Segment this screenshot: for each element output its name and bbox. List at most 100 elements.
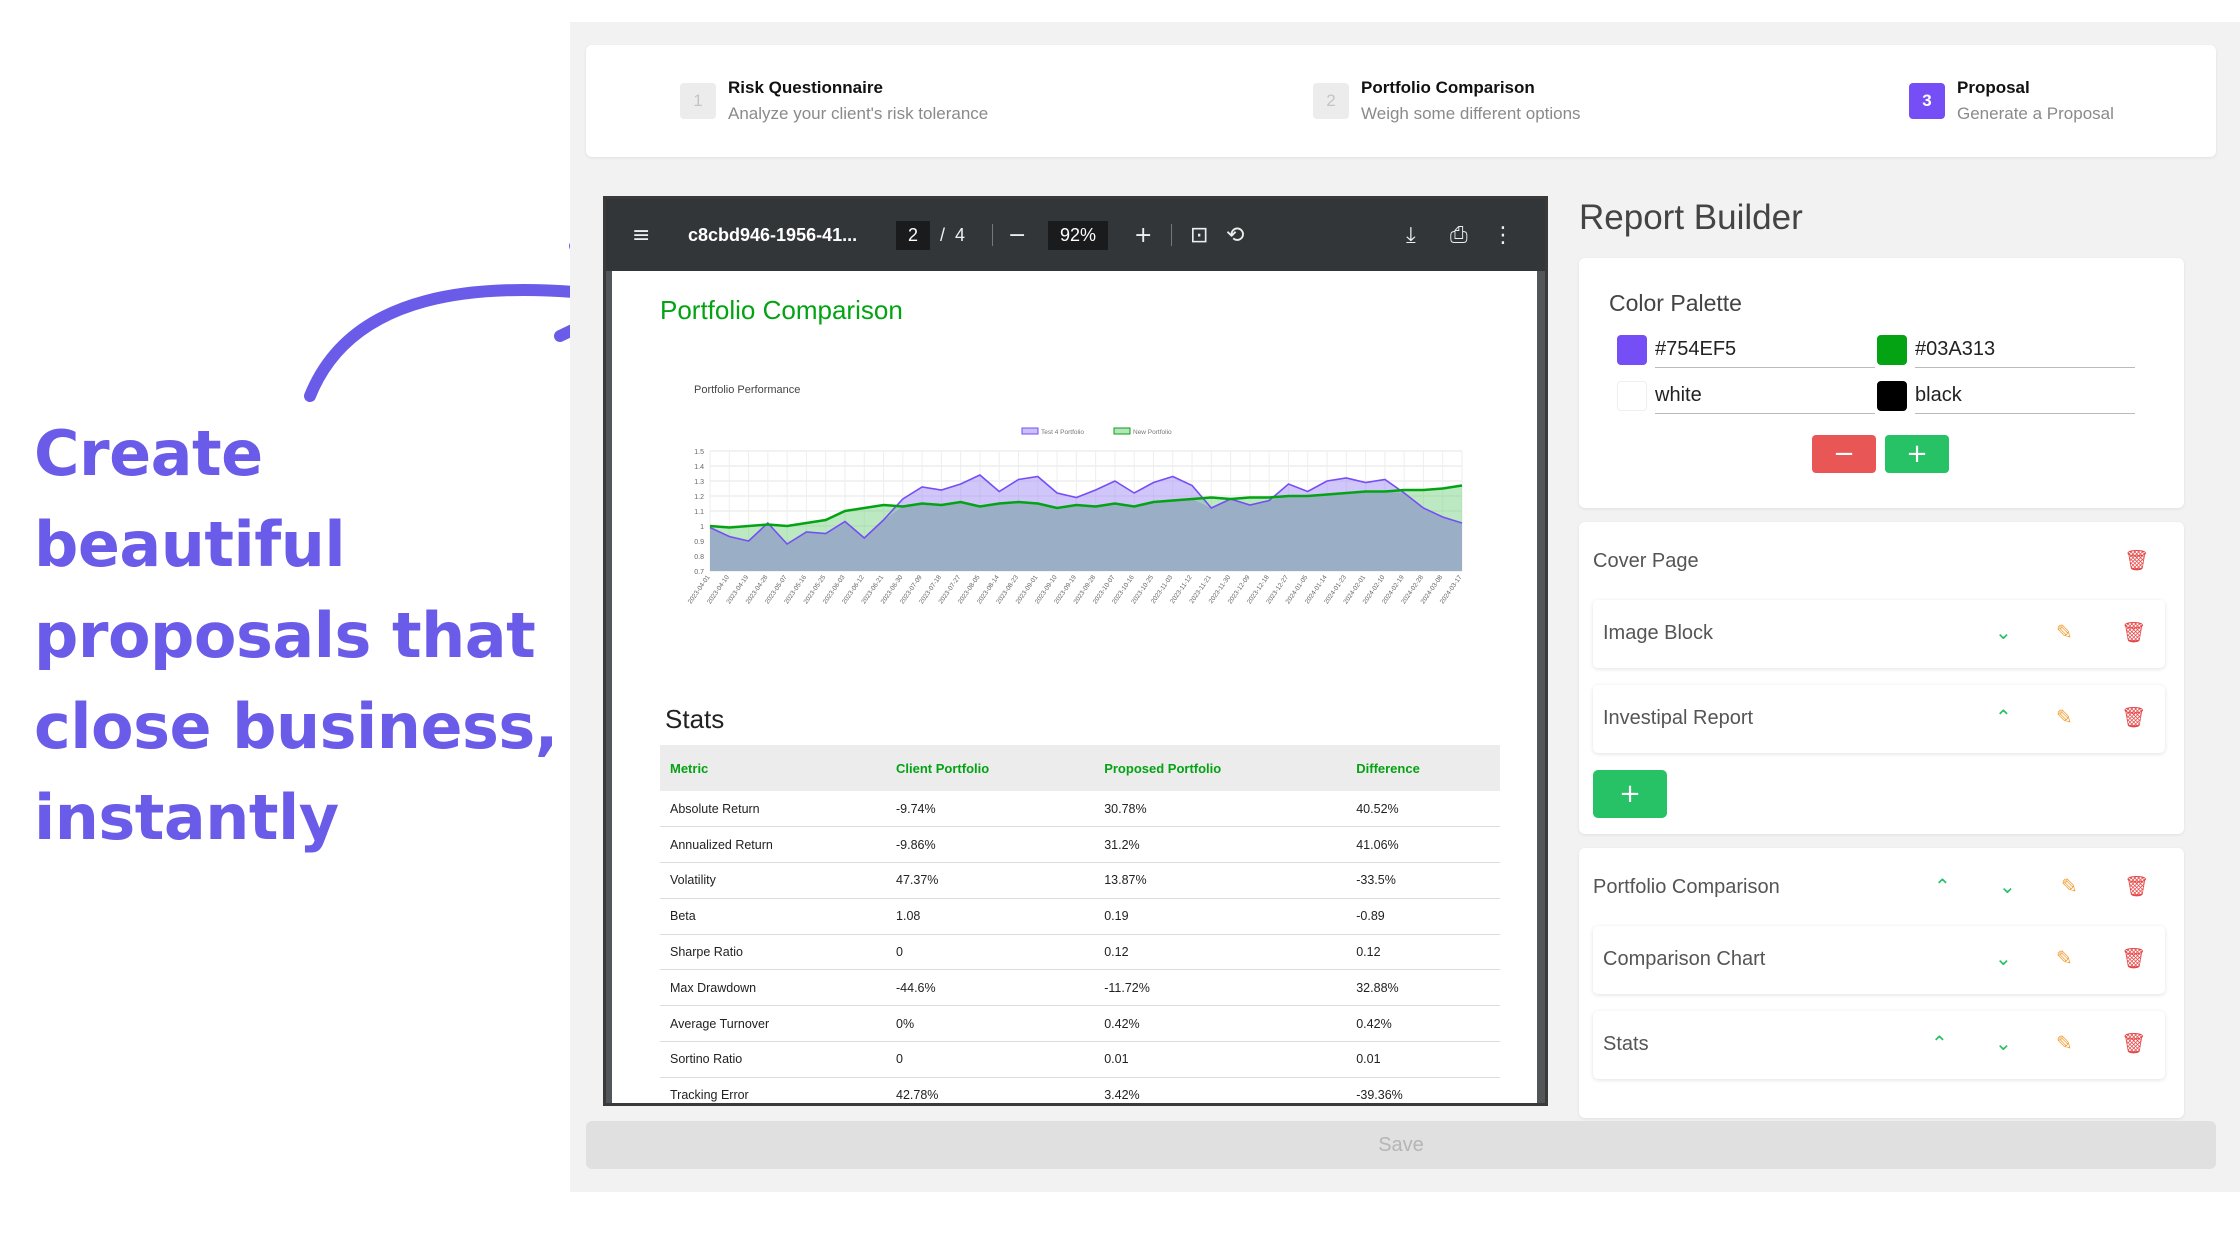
table-cell: 0.42% bbox=[1346, 1005, 1500, 1043]
block-title: Image Block bbox=[1603, 622, 1714, 644]
legend-swatch bbox=[1021, 427, 1039, 435]
step-number: 1 bbox=[680, 83, 716, 119]
table-cell: Max Drawdown bbox=[660, 969, 887, 1007]
table-cell: 0 bbox=[886, 1041, 1095, 1078]
delete-icon[interactable]: 🗑 bbox=[2124, 548, 2149, 572]
fit-page-icon[interactable]: ⊡ bbox=[1190, 199, 1208, 271]
chevron-down-icon[interactable]: ⌄ bbox=[1999, 874, 2016, 898]
color-input[interactable]: #754EF5 bbox=[1655, 332, 1875, 368]
report-builder-title: Report Builder bbox=[1579, 198, 1803, 237]
toolbar-divider bbox=[992, 224, 993, 246]
page-separator: / bbox=[940, 224, 946, 245]
table-row: Sharpe Ratio 0 0.12 0.12 bbox=[660, 934, 1500, 971]
color-swatch[interactable] bbox=[1617, 335, 1647, 365]
table-row: Max Drawdown -44.6% -11.72% 32.88% bbox=[660, 969, 1500, 1007]
headline-line-3: close business, bbox=[34, 690, 558, 763]
rotate-icon[interactable]: ⟲ bbox=[1226, 199, 1244, 271]
menu-icon[interactable]: ≡ bbox=[632, 199, 650, 271]
remove-color-button[interactable]: − bbox=[1812, 435, 1876, 473]
marketing-headline: Create beautiful proposals that close bu… bbox=[34, 408, 594, 863]
section-title: Cover Page bbox=[1593, 550, 1699, 572]
table-row: Volatility 47.37% 13.87% -33.5% bbox=[660, 862, 1500, 899]
investipal-report-item: Investipal Report ⌃ ✎ 🗑 bbox=[1593, 685, 2165, 753]
step-number: 2 bbox=[1313, 83, 1349, 119]
zoom-level-input[interactable]: 92% bbox=[1048, 220, 1109, 250]
image-block-item: Image Block ⌄ ✎ 🗑 bbox=[1593, 600, 2165, 668]
save-button[interactable]: Save bbox=[586, 1121, 2216, 1169]
table-cell: -44.6% bbox=[886, 969, 1095, 1007]
table-cell: -9.86% bbox=[886, 826, 1095, 864]
chevron-down-icon[interactable]: ⌄ bbox=[1995, 620, 2012, 644]
step-portfolio-comparison[interactable]: 2 Portfolio Comparison Weigh some differ… bbox=[1313, 45, 1581, 157]
edit-icon[interactable]: ✎ bbox=[2056, 705, 2073, 729]
block-title: Comparison Chart bbox=[1603, 948, 1766, 970]
palette-color-3[interactable]: white bbox=[1617, 378, 1875, 414]
table-cell: 0.12 bbox=[1346, 934, 1500, 971]
page-total: 4 bbox=[955, 224, 966, 245]
chevron-down-icon[interactable]: ⌄ bbox=[1995, 946, 2012, 970]
palette-color-2[interactable]: #03A313 bbox=[1877, 332, 2135, 368]
headline-line-2: proposals that bbox=[34, 599, 536, 672]
table-cell: -39.36% bbox=[1346, 1077, 1500, 1103]
y-tick-label: 1.4 bbox=[694, 464, 704, 471]
y-tick-label: 0.9 bbox=[694, 539, 704, 546]
step-risk-questionnaire[interactable]: 1 Risk Questionnaire Analyze your client… bbox=[680, 45, 988, 157]
chevron-down-icon[interactable]: ⌄ bbox=[1995, 1031, 2012, 1055]
edit-icon[interactable]: ✎ bbox=[2056, 620, 2073, 644]
chevron-up-icon[interactable]: ⌃ bbox=[1931, 1031, 1948, 1055]
more-options-icon[interactable]: ⋮ bbox=[1492, 199, 1514, 271]
color-input[interactable]: white bbox=[1655, 378, 1875, 414]
y-tick-label: 1.1 bbox=[694, 509, 704, 516]
section-title: Portfolio Comparison bbox=[1593, 876, 1780, 898]
table-cell: 0.01 bbox=[1094, 1041, 1347, 1078]
edit-icon[interactable]: ✎ bbox=[2061, 874, 2078, 898]
print-icon[interactable]: ⎙ bbox=[1450, 199, 1468, 271]
app-window: 1 Risk Questionnaire Analyze your client… bbox=[570, 22, 2240, 1192]
zoom-in-icon[interactable]: + bbox=[1134, 199, 1152, 271]
pdf-filename: c8cbd946-1956-41... bbox=[688, 224, 858, 245]
color-input[interactable]: black bbox=[1915, 378, 2135, 414]
delete-icon[interactable]: 🗑 bbox=[2121, 946, 2146, 970]
zoom-out-icon[interactable]: − bbox=[1008, 199, 1026, 271]
y-tick-label: 1.5 bbox=[694, 449, 704, 456]
delete-icon[interactable]: 🗑 bbox=[2121, 705, 2146, 729]
edit-icon[interactable]: ✎ bbox=[2056, 1031, 2073, 1055]
chevron-up-icon[interactable]: ⌃ bbox=[1995, 705, 2012, 729]
table-row: Beta 1.08 0.19 -0.89 bbox=[660, 898, 1500, 935]
color-swatch[interactable] bbox=[1617, 381, 1647, 411]
add-color-button[interactable]: + bbox=[1885, 435, 1949, 473]
palette-color-1[interactable]: #754EF5 bbox=[1617, 332, 1875, 368]
color-swatch[interactable] bbox=[1877, 335, 1907, 365]
table-row: Absolute Return -9.74% 30.78% 40.52% bbox=[660, 791, 1500, 828]
delete-icon[interactable]: 🗑 bbox=[2121, 1031, 2146, 1055]
edit-icon[interactable]: ✎ bbox=[2056, 946, 2073, 970]
download-icon[interactable]: ⤓ bbox=[1406, 199, 1416, 271]
color-input[interactable]: #03A313 bbox=[1915, 332, 2135, 368]
chart-title: Portfolio Performance bbox=[694, 384, 800, 396]
table-cell: Volatility bbox=[660, 862, 887, 899]
table-cell: Beta bbox=[660, 898, 887, 935]
table-cell: 30.78% bbox=[1094, 791, 1347, 828]
step-title: Risk Questionnaire bbox=[728, 78, 883, 97]
legend-swatch bbox=[1113, 427, 1131, 435]
page-number-input[interactable]: 2 bbox=[896, 220, 931, 250]
step-proposal[interactable]: 3 Proposal Generate a Proposal bbox=[1909, 45, 2114, 157]
palette-color-4[interactable]: black bbox=[1877, 378, 2135, 414]
table-cell: 31.2% bbox=[1094, 826, 1347, 864]
table-row: Tracking Error 42.78% 3.42% -39.36% bbox=[660, 1077, 1500, 1103]
step-subtitle: Analyze your client's risk tolerance bbox=[728, 104, 989, 123]
add-block-button[interactable]: + bbox=[1593, 770, 1667, 818]
performance-chart: Portfolio Performance Test 4 Portfolio Ne… bbox=[687, 384, 1464, 605]
y-tick-label: 1.2 bbox=[694, 494, 704, 501]
table-cell: -0.89 bbox=[1346, 898, 1500, 935]
delete-icon[interactable]: 🗑 bbox=[2121, 620, 2146, 644]
headline-line-4: instantly bbox=[34, 781, 339, 854]
table-cell: 32.88% bbox=[1346, 969, 1500, 1007]
toolbar-divider bbox=[1171, 224, 1172, 246]
delete-icon[interactable]: 🗑 bbox=[2124, 874, 2149, 898]
table-cell: 13.87% bbox=[1094, 862, 1347, 899]
y-tick-label: 1 bbox=[700, 524, 704, 531]
portfolio-comparison-section: Portfolio Comparison ⌃ ⌄ ✎ 🗑 Comparison … bbox=[1579, 848, 2184, 1118]
chevron-up-icon[interactable]: ⌃ bbox=[1934, 874, 1951, 898]
color-swatch[interactable] bbox=[1877, 381, 1907, 411]
